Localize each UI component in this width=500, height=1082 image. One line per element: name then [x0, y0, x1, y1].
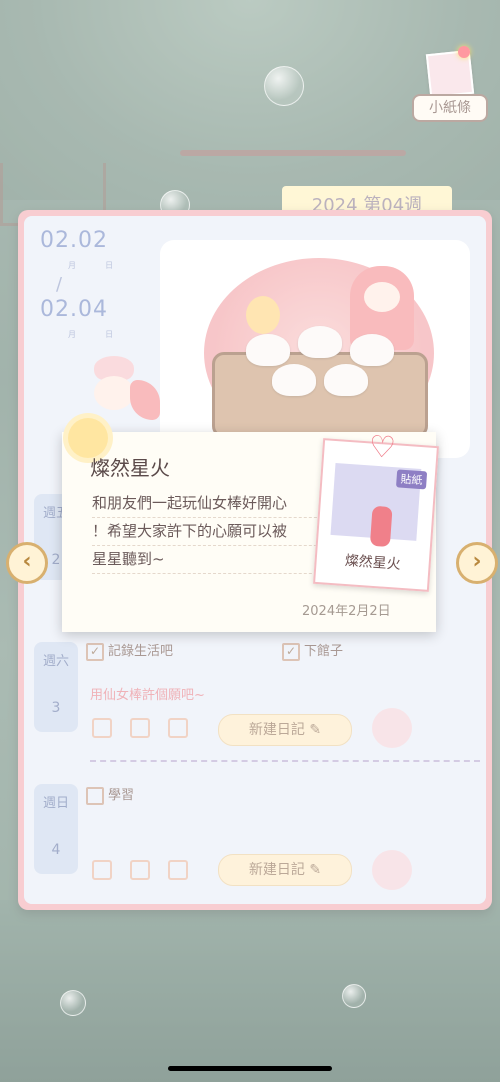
home-indicator — [168, 1066, 332, 1071]
prev-arrow-icon[interactable]: ‹ — [6, 542, 48, 584]
sticker-tag: 貼紙 — [395, 469, 428, 490]
popup-body-line: ！希望大家許下的心願可以被 — [92, 518, 332, 546]
popup-body: 和朋友們一起玩仙女棒好開心 ！希望大家許下的心願可以被 星星聽到~ — [92, 490, 332, 574]
popup-body-line: 和朋友們一起玩仙女棒好開心 — [92, 490, 332, 518]
sticker-card[interactable]: ♡ 貼紙 燦然星火 — [313, 429, 439, 592]
popup-title: 燦然星火 — [90, 456, 170, 480]
sticker-name: 燦然星火 — [344, 552, 402, 573]
heart-icon: ♡ — [367, 429, 397, 467]
next-arrow-icon[interactable]: › — [456, 542, 498, 584]
popup-body-line: 星星聽到~ — [92, 546, 332, 574]
popup-date: 2024年2月2日 — [302, 604, 391, 619]
